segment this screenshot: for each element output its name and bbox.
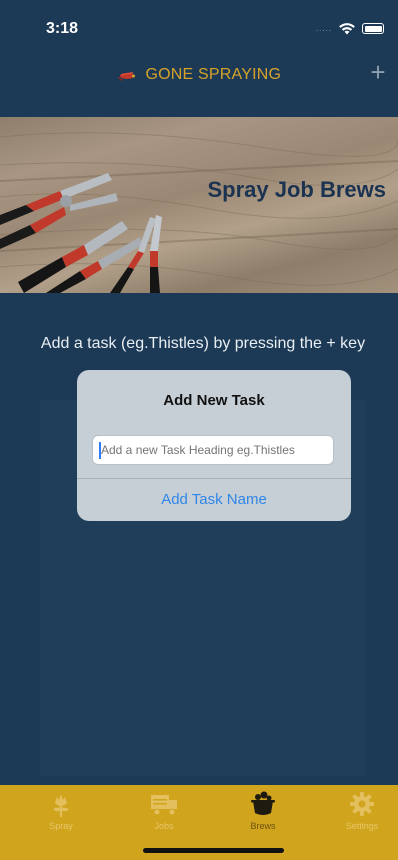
thistle-icon	[53, 794, 69, 817]
gear-icon	[350, 792, 374, 816]
status-time: 3:18	[46, 20, 79, 37]
navigation-bar: GONE SPRAYING +	[0, 52, 398, 102]
dialog-title: Add New Task	[163, 392, 265, 409]
task-heading-input[interactable]	[92, 435, 334, 465]
tab-jobs[interactable]: Jobs	[124, 791, 204, 831]
tab-spray[interactable]: Spray	[21, 791, 101, 831]
hero-title: Spray Job Brews	[207, 177, 386, 202]
status-bar: 3:18 .....	[0, 0, 398, 52]
signal-icon: .....	[315, 24, 332, 33]
tab-brews-label: Brews	[250, 821, 276, 831]
add-task-name-button[interactable]: Add Task Name	[77, 479, 351, 521]
nav-title: GONE SPRAYING	[0, 66, 398, 84]
status-indicators: .....	[316, 22, 384, 35]
app-screen: 3:18 ..... GONE SPRAYING + Spray Job Bre…	[0, 0, 398, 860]
plus-icon[interactable]: +	[366, 59, 390, 85]
tab-settings-label: Settings	[345, 821, 379, 831]
empty-state-hint: Add a task (eg.Thistles) by pressing the…	[40, 335, 366, 352]
home-indicator	[143, 848, 284, 853]
hero-banner: Spray Job Brews	[0, 117, 398, 293]
cauldron-icon	[251, 791, 275, 815]
text-cursor	[99, 442, 101, 459]
tab-spray-label: Spray	[49, 821, 73, 831]
add-task-dialog: Add New Task Add Task Name	[77, 370, 351, 521]
battery-icon	[362, 23, 384, 34]
tab-settings[interactable]: Settings	[322, 791, 398, 831]
wifi-icon	[339, 23, 355, 35]
pliers-image	[0, 132, 398, 293]
truck-icon	[151, 795, 177, 816]
tab-brews[interactable]: Brews	[223, 791, 303, 831]
tab-jobs-label: Jobs	[154, 821, 174, 831]
app-title: GONE SPRAYING	[145, 66, 282, 83]
spray-plane-logo-icon	[117, 71, 135, 81]
